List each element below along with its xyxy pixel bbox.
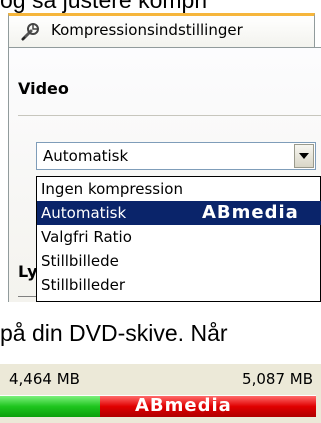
option-ingen-kompression[interactable]: Ingen kompression [37,177,321,201]
used-size-label: 4,464 MB [9,370,80,388]
dropdown-button[interactable] [294,144,314,168]
abmedia-watermark: ABmedia [202,202,299,223]
capacity-bar: ABmedia [0,395,316,417]
divider [18,296,36,297]
tab-compression-settings[interactable]: Kompressionsindstillinger [8,13,315,47]
option-label: Automatisk [41,204,127,222]
divider [18,115,321,116]
option-automatisk[interactable]: Automatisk ABmedia [37,201,321,225]
option-stillbilleder[interactable]: Stillbilleder [37,273,321,297]
intro-text: og så justere kompri [0,0,208,13]
disc-capacity-indicator: 4,464 MB 5,087 MB ABmedia [0,364,321,423]
option-stillbillede[interactable]: Stillbillede [37,249,321,273]
option-valgfri-ratio[interactable]: Valgfri Ratio [37,225,321,249]
abmedia-watermark: ABmedia [135,395,232,416]
compression-dropdown-list: Ingen kompression Automatisk ABmedia Val… [36,176,321,302]
body-text: på din DVD-skive. Når [0,320,228,346]
select-value: Automatisk [43,147,129,165]
chevron-down-icon [299,153,309,159]
capacity-bar-used [0,396,100,417]
audio-section-title: Lyd [18,262,36,281]
video-compression-select[interactable]: Automatisk [36,142,316,170]
tab-label: Kompressionsindstillinger [51,21,243,39]
settings-wrench-icon [19,21,41,43]
total-size-label: 5,087 MB [242,370,313,388]
video-section-title: Video [18,79,69,98]
